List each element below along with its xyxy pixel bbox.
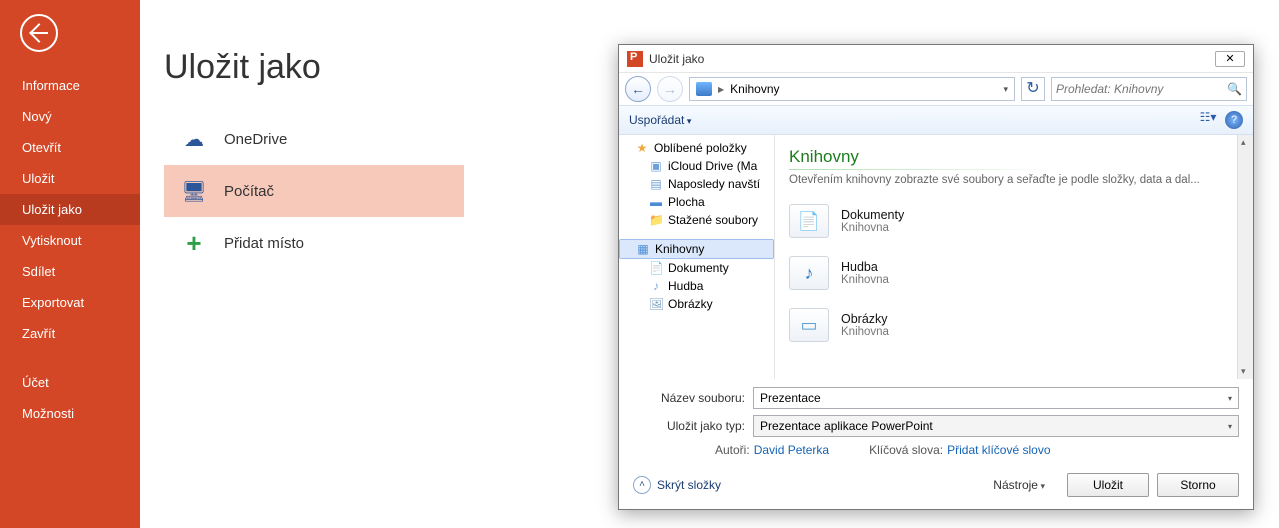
powerpoint-icon: [627, 51, 643, 67]
tree-favorites[interactable]: ★Oblíbené položky: [619, 139, 774, 157]
nav-save[interactable]: Uložit: [0, 163, 140, 194]
picture-icon: 🖼: [649, 297, 663, 311]
address-bar[interactable]: ▶ Knihovny ▾: [689, 77, 1015, 101]
nav-close[interactable]: Zavřít: [0, 318, 140, 349]
search-box[interactable]: 🔍: [1051, 77, 1247, 101]
computer-icon: 🖥: [180, 179, 208, 203]
tags-value[interactable]: Přidat klíčové slovo: [947, 443, 1050, 457]
refresh-button[interactable]: ↻: [1021, 77, 1045, 101]
cancel-button[interactable]: Storno: [1157, 473, 1239, 497]
folder-tree: ★Oblíbené položky ▣iCloud Drive (Ma ▤Nap…: [619, 135, 775, 379]
filename-label: Název souboru:: [633, 391, 753, 405]
tree-item[interactable]: ♪Hudba: [619, 277, 774, 295]
chevron-up-icon: ˄: [633, 476, 651, 494]
location-label: Počítač: [224, 183, 274, 200]
authors-label: Autoři:: [715, 443, 750, 457]
nav-open[interactable]: Otevřít: [0, 132, 140, 163]
library-kind: Knihovna: [841, 222, 904, 234]
nav-account[interactable]: Účet: [0, 367, 140, 398]
drive-icon: ▣: [649, 159, 663, 173]
nav-new[interactable]: Nový: [0, 101, 140, 132]
library-icon: 📄: [789, 204, 829, 238]
search-input[interactable]: [1056, 82, 1227, 96]
tree-item[interactable]: 🖼Obrázky: [619, 295, 774, 313]
library-icon: ▭: [789, 308, 829, 342]
dialog-title: Uložit jako: [649, 52, 704, 66]
libraries-icon: [696, 82, 712, 96]
organize-menu[interactable]: Uspořádat: [629, 113, 691, 127]
tools-menu[interactable]: Nástroje: [993, 478, 1045, 492]
nav-save-as[interactable]: Uložit jako: [0, 194, 140, 225]
library-kind: Knihovna: [841, 326, 889, 338]
plus-icon: +: [180, 231, 208, 255]
nav-options[interactable]: Možnosti: [0, 398, 140, 429]
breadcrumb-segment[interactable]: Knihovny: [730, 82, 779, 96]
star-icon: ★: [635, 141, 649, 155]
save-button[interactable]: Uložit: [1067, 473, 1149, 497]
location-label: OneDrive: [224, 131, 287, 148]
tree-item[interactable]: ▬Plocha: [619, 193, 774, 211]
nav-back-button[interactable]: ←: [625, 76, 651, 102]
content-title: Knihovny: [789, 147, 1239, 170]
chevron-down-icon[interactable]: ▾: [1003, 84, 1008, 95]
location-label: Přidat místo: [224, 235, 304, 252]
tree-libraries[interactable]: ▦Knihovny: [619, 239, 774, 259]
location-add-place[interactable]: + Přidat místo: [164, 217, 464, 269]
library-name: Hudba: [841, 260, 889, 274]
content-hint: Otevřením knihovny zobrazte své soubory …: [789, 174, 1239, 186]
tags-label: Klíčová slova:: [869, 443, 943, 457]
recent-icon: ▤: [649, 177, 663, 191]
document-icon: 📄: [649, 261, 663, 275]
nav-print[interactable]: Vytisknout: [0, 225, 140, 256]
filetype-dropdown[interactable]: Prezentace aplikace PowerPoint ▾: [753, 415, 1239, 437]
tree-item[interactable]: 📄Dokumenty: [619, 259, 774, 277]
back-button[interactable]: [20, 14, 58, 52]
music-icon: ♪: [649, 279, 663, 293]
library-name: Obrázky: [841, 312, 889, 326]
search-icon[interactable]: 🔍: [1227, 82, 1242, 96]
dialog-help-icon[interactable]: ?: [1225, 111, 1243, 129]
save-as-dialog: Uložit jako ✕ ← → ▶ Knihovny ▾ ↻ 🔍 Uspoř…: [618, 44, 1254, 510]
nav-info[interactable]: Informace: [0, 70, 140, 101]
library-item[interactable]: ♪ HudbaKnihovna: [789, 256, 1239, 290]
library-kind: Knihovna: [841, 274, 889, 286]
chevron-down-icon[interactable]: ▾: [1228, 394, 1232, 403]
desktop-icon: ▬: [649, 195, 663, 209]
library-item[interactable]: 📄 DokumentyKnihovna: [789, 204, 1239, 238]
chevron-right-icon: ▶: [718, 85, 724, 94]
library-icon: ♪: [789, 256, 829, 290]
dialog-close-button[interactable]: ✕: [1215, 51, 1245, 67]
view-mode-button[interactable]: ☷▾: [1197, 110, 1219, 130]
hide-folders-toggle[interactable]: ˄ Skrýt složky: [633, 476, 721, 494]
filename-input[interactable]: Prezentace ▾: [753, 387, 1239, 409]
nav-forward-button[interactable]: →: [657, 76, 683, 102]
tree-item[interactable]: 📁Stažené soubory: [619, 211, 774, 229]
tree-item[interactable]: ▣iCloud Drive (Ma: [619, 157, 774, 175]
location-computer[interactable]: 🖥 Počítač: [164, 165, 464, 217]
nav-export[interactable]: Exportovat: [0, 287, 140, 318]
filetype-label: Uložit jako typ:: [633, 419, 753, 433]
library-name: Dokumenty: [841, 208, 904, 222]
libraries-icon: ▦: [636, 242, 650, 256]
authors-value[interactable]: David Peterka: [754, 443, 829, 457]
scrollbar[interactable]: [1237, 135, 1253, 379]
folder-icon: 📁: [649, 213, 663, 227]
cloud-icon: ☁: [180, 127, 208, 151]
library-item[interactable]: ▭ ObrázkyKnihovna: [789, 308, 1239, 342]
location-onedrive[interactable]: ☁ OneDrive: [164, 113, 464, 165]
tree-item[interactable]: ▤Naposledy navští: [619, 175, 774, 193]
nav-share[interactable]: Sdílet: [0, 256, 140, 287]
chevron-down-icon[interactable]: ▾: [1228, 422, 1232, 431]
